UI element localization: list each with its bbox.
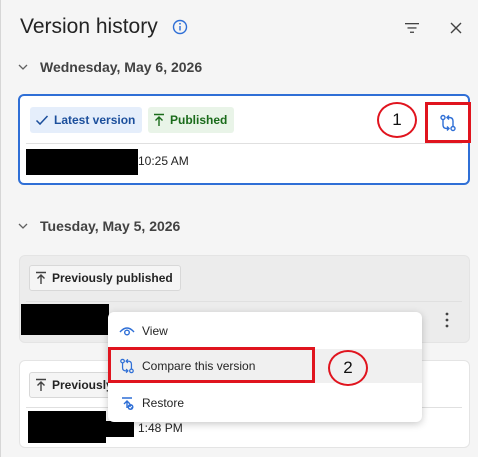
redacted-author xyxy=(28,411,106,443)
publish-arrow-icon xyxy=(36,271,46,284)
card-divider xyxy=(26,301,462,302)
chevron-down-icon xyxy=(18,64,28,70)
version-time: 1:48 PM xyxy=(138,421,183,435)
restore-icon xyxy=(122,397,134,410)
latest-version-badge: Latest version xyxy=(30,107,143,133)
info-icon[interactable] xyxy=(172,19,188,35)
compare-icon xyxy=(440,114,456,131)
previously-published-badge: Previously published xyxy=(29,265,181,291)
group-date: Tuesday, May 5, 2026 xyxy=(40,218,181,234)
group-date: Wednesday, May 6, 2026 xyxy=(40,59,203,75)
compare-button[interactable] xyxy=(425,102,471,143)
version-history-panel: Version history Wednesday, May 6, 2026 L… xyxy=(0,0,478,457)
published-badge: Published xyxy=(148,107,235,133)
more-vertical-icon xyxy=(445,312,449,328)
menu-item-view[interactable]: View xyxy=(108,314,422,348)
panel-header: Version history xyxy=(1,0,478,56)
group-header-tuesday[interactable]: Tuesday, May 5, 2026 xyxy=(1,215,478,239)
group-header-wednesday[interactable]: Wednesday, May 6, 2026 xyxy=(1,56,478,80)
menu-item-restore[interactable]: Restore xyxy=(108,386,422,420)
previously-published-badge: Previously xyxy=(29,372,121,398)
redacted-author-extra xyxy=(106,421,134,437)
annotation-highlight-compare xyxy=(108,347,315,383)
panel-title: Version history xyxy=(20,15,158,38)
card-divider xyxy=(26,143,462,144)
close-icon xyxy=(450,22,462,34)
filter-button[interactable] xyxy=(401,17,423,39)
annotation-callout-2: 2 xyxy=(328,350,368,386)
more-options-button[interactable] xyxy=(438,309,456,331)
filter-icon xyxy=(405,23,419,33)
redacted-author xyxy=(26,149,138,175)
eye-icon xyxy=(119,327,135,336)
redacted-author xyxy=(21,304,109,335)
publish-arrow-icon xyxy=(154,113,164,126)
close-button[interactable] xyxy=(445,17,467,39)
checkmark-icon xyxy=(35,115,49,126)
publish-arrow-icon xyxy=(36,378,46,391)
chevron-down-icon xyxy=(18,223,28,229)
version-time: 10:25 AM xyxy=(138,154,189,168)
annotation-callout-1: 1 xyxy=(377,102,417,138)
